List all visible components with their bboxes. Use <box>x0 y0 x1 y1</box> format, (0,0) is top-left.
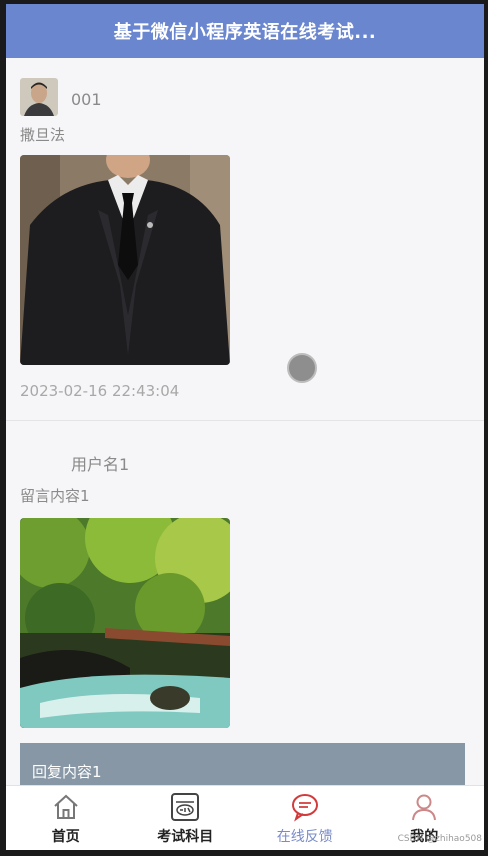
home-icon <box>54 794 78 819</box>
watermark: CSDN @zhihao508 <box>397 834 482 844</box>
avatar[interactable] <box>20 78 58 116</box>
exam-icon <box>171 793 200 821</box>
post-image[interactable] <box>20 518 230 728</box>
floating-touch-indicator <box>287 353 317 383</box>
feedback-icon <box>291 794 318 822</box>
timestamp: 2023-02-16 22:43:04 <box>20 382 180 400</box>
message-text: 留言内容1 <box>20 487 90 505</box>
post-image[interactable] <box>20 155 230 365</box>
tab-exam-subjects[interactable]: 考试科目 <box>126 786 246 850</box>
feedback-item[interactable]: 用户名1 留言内容1 回复内容1 <box>6 421 484 841</box>
app-screen: 基于微信小程序英语在线考试... 001 撒旦法 2023-02-16 22:4… <box>6 4 484 850</box>
user-icon <box>412 794 437 821</box>
username: 001 <box>71 90 102 109</box>
tab-label: 在线反馈 <box>276 829 333 845</box>
feedback-list: 001 撒旦法 2023-02-16 22:43:04 用户名1 留言内容1 回… <box>6 58 484 841</box>
username: 用户名1 <box>71 455 130 474</box>
message-text: 撒旦法 <box>20 126 66 144</box>
tab-label: 考试科目 <box>157 829 214 845</box>
tab-home[interactable]: 首页 <box>6 786 126 850</box>
nav-bar: 基于微信小程序英语在线考试... <box>6 4 484 58</box>
tab-online-feedback[interactable]: 在线反馈 <box>245 786 365 850</box>
feedback-item[interactable]: 001 撒旦法 2023-02-16 22:43:04 <box>6 58 484 421</box>
reply-text: 回复内容1 <box>32 762 102 781</box>
tab-label: 首页 <box>51 829 80 845</box>
page-title: 基于微信小程序英语在线考试... <box>113 22 377 43</box>
